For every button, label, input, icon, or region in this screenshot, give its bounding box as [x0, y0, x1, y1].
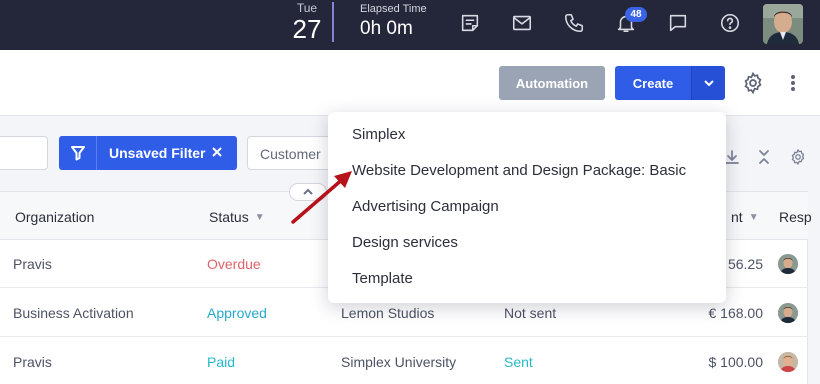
- avatar: [778, 254, 798, 274]
- date-display: Tue 27: [287, 0, 327, 43]
- notes-icon[interactable]: [458, 11, 482, 35]
- column-header-organization[interactable]: Organization: [15, 209, 94, 225]
- amount-cell: € 168.00: [708, 305, 764, 321]
- status-badge: Paid: [207, 354, 236, 370]
- page-action-bar: Automation Create: [0, 50, 820, 116]
- customer-cell: Lemon Studios: [341, 305, 435, 321]
- phone-icon[interactable]: [562, 11, 586, 35]
- menu-item-website-development-package[interactable]: Website Development and Design Package: …: [328, 152, 726, 188]
- menu-item-simplex[interactable]: Simplex: [328, 116, 726, 152]
- elapsed-time-label: Elapsed Time: [360, 3, 427, 15]
- organization-cell: Pravis: [13, 256, 52, 272]
- automation-button[interactable]: Automation: [499, 66, 605, 100]
- elapsed-time: Elapsed Time 0h 0m: [360, 3, 427, 40]
- amount-cell: $ 100.00: [708, 354, 764, 370]
- status-badge: Overdue: [207, 256, 261, 272]
- organization-cell: Business Activation: [13, 305, 134, 321]
- table-row[interactable]: Pravis Paid Simplex University Sent $ 10…: [0, 338, 808, 384]
- chevron-down-icon: [703, 80, 714, 87]
- chat-icon[interactable]: [666, 11, 690, 35]
- collapse-rows-icon[interactable]: [755, 148, 773, 166]
- sent-status-cell: Sent: [504, 354, 533, 370]
- annotation-arrow-icon: [291, 171, 352, 224]
- column-header-responsible[interactable]: Resp: [779, 209, 812, 225]
- filter-icon: [59, 136, 97, 170]
- unsaved-filter-label: Unsaved Filter: [109, 145, 206, 161]
- top-navigation-bar: Tue 27 Elapsed Time 0h 0m 48: [0, 0, 820, 50]
- sent-status-cell: Not sent: [504, 305, 557, 321]
- user-avatar[interactable]: [763, 4, 803, 44]
- search-input[interactable]: [0, 136, 48, 170]
- close-icon[interactable]: [210, 145, 224, 159]
- date-day-number: 27: [292, 14, 322, 44]
- column-header-amount[interactable]: nt ▼: [731, 209, 759, 225]
- gear-icon[interactable]: [741, 71, 765, 95]
- chevron-down-icon: ▼: [748, 212, 759, 223]
- menu-item-design-services[interactable]: Design services: [328, 224, 726, 260]
- avatar: [778, 352, 798, 372]
- organization-cell: Pravis: [13, 354, 52, 370]
- menu-item-template[interactable]: Template: [328, 260, 726, 296]
- create-dropdown-toggle[interactable]: [691, 66, 725, 100]
- menu-item-advertising-campaign[interactable]: Advertising Campaign: [328, 188, 726, 224]
- create-dropdown-menu: Simplex Website Development and Design P…: [328, 112, 726, 303]
- date-separator: [332, 2, 334, 42]
- status-badge: Approved: [207, 305, 267, 321]
- column-header-status[interactable]: Status ▼: [209, 209, 265, 225]
- help-icon[interactable]: [718, 11, 742, 35]
- date-day-of-week: Tue: [296, 1, 318, 15]
- mail-icon[interactable]: [510, 11, 534, 35]
- notification-badge: 48: [625, 7, 647, 22]
- create-button[interactable]: Create: [615, 66, 691, 100]
- customer-cell: Simplex University: [341, 354, 457, 370]
- table-settings-icon[interactable]: [789, 148, 807, 166]
- chevron-down-icon: ▼: [254, 212, 265, 223]
- elapsed-time-value: 0h 0m: [360, 18, 413, 39]
- avatar: [778, 303, 798, 323]
- more-options-icon[interactable]: [786, 72, 800, 94]
